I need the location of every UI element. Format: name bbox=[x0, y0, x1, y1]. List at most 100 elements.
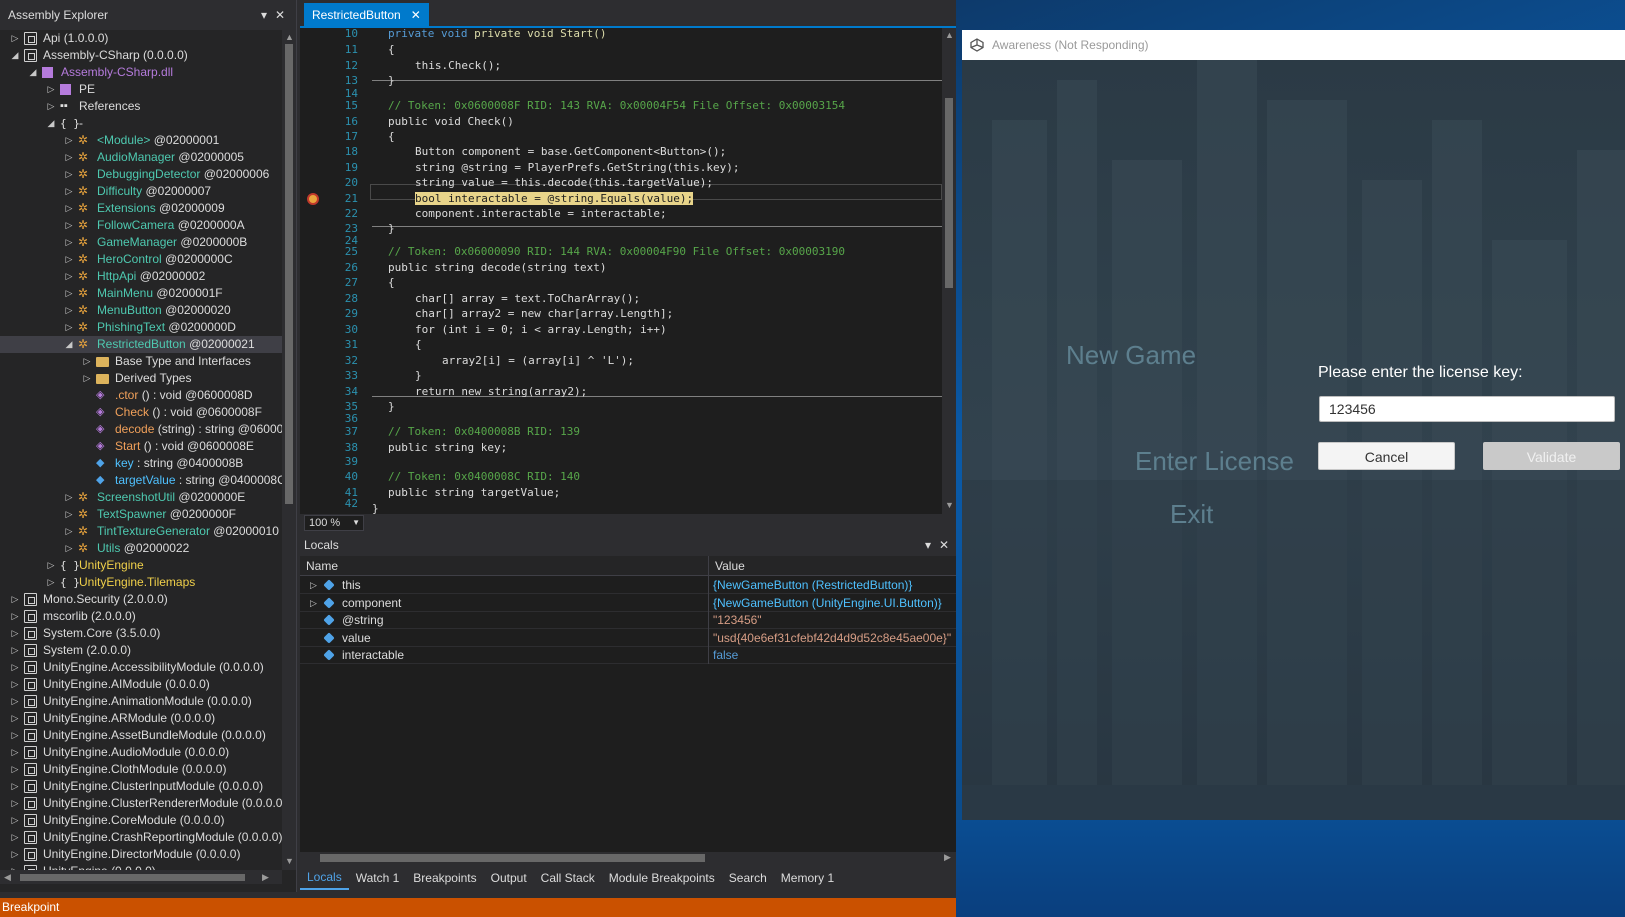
tab-watch-1[interactable]: Watch 1 bbox=[349, 866, 407, 890]
expand-arrow-icon[interactable]: ▷ bbox=[310, 594, 317, 612]
collapse-arrow-icon[interactable]: ◢ bbox=[28, 64, 38, 81]
expand-arrow-icon[interactable]: ▷ bbox=[10, 863, 20, 870]
expand-arrow-icon[interactable]: ▷ bbox=[310, 576, 317, 594]
expand-arrow-icon[interactable]: ▷ bbox=[10, 795, 20, 812]
tree-item[interactable]: ▷ ✲ DebuggingDetector @02000006 bbox=[0, 166, 282, 183]
tree-item[interactable]: ▷ ✲ AudioManager @02000005 bbox=[0, 149, 282, 166]
tree-item[interactable]: ▷ PE bbox=[0, 81, 282, 98]
tree-item[interactable]: ▷ ▪▪ References bbox=[0, 98, 282, 115]
expand-arrow-icon[interactable]: ▷ bbox=[10, 591, 20, 608]
panel-dropdown-icon[interactable]: ▾ bbox=[920, 538, 936, 552]
tab-search[interactable]: Search bbox=[722, 866, 774, 890]
expand-arrow-icon[interactable]: ▷ bbox=[10, 693, 20, 710]
expand-arrow-icon[interactable]: ▷ bbox=[10, 761, 20, 778]
tree-item[interactable]: ▷ ✲ <Module> @02000001 bbox=[0, 132, 282, 149]
tree-item[interactable]: ▷ ✲ HttpApi @02000002 bbox=[0, 268, 282, 285]
expand-arrow-icon[interactable]: ▷ bbox=[64, 302, 74, 319]
expand-arrow-icon[interactable]: ▷ bbox=[64, 132, 74, 149]
scroll-up-icon[interactable]: ▲ bbox=[945, 30, 954, 40]
scroll-right-icon[interactable]: ▶ bbox=[262, 872, 269, 883]
expand-arrow-icon[interactable]: ▷ bbox=[10, 676, 20, 693]
expand-arrow-icon[interactable]: ▷ bbox=[10, 778, 20, 795]
tree-item[interactable]: ◢ ✲ RestrictedButton @02000021 bbox=[0, 336, 282, 353]
exit-menu-item[interactable]: Exit bbox=[1170, 499, 1213, 530]
local-value[interactable]: "123456" bbox=[708, 611, 762, 629]
tab-breakpoints[interactable]: Breakpoints bbox=[406, 866, 483, 890]
new-game-menu-item[interactable]: New Game bbox=[1066, 340, 1196, 371]
scroll-thumb[interactable] bbox=[285, 44, 293, 504]
scroll-thumb[interactable] bbox=[320, 854, 705, 862]
locals-horizontal-scrollbar[interactable]: ▶ bbox=[300, 852, 956, 864]
tree-item[interactable]: ▷ ✲ PhishingText @0200000D bbox=[0, 319, 282, 336]
expand-arrow-icon[interactable]: ▷ bbox=[10, 846, 20, 863]
locals-row[interactable]: interactable false bbox=[300, 646, 956, 664]
tab-call-stack[interactable]: Call Stack bbox=[534, 866, 602, 890]
local-value[interactable]: false bbox=[708, 646, 738, 664]
tree-item[interactable]: ▷ Mono.Security (2.0.0.0) bbox=[0, 591, 282, 608]
tree-item[interactable]: ◈ .ctor () : void @0600008D bbox=[0, 387, 282, 404]
expand-arrow-icon[interactable]: ▷ bbox=[64, 489, 74, 506]
local-value[interactable]: {NewGameButton (RestrictedButton)} bbox=[708, 576, 912, 594]
expand-arrow-icon[interactable]: ▷ bbox=[64, 285, 74, 302]
expand-arrow-icon[interactable]: ▷ bbox=[64, 268, 74, 285]
tree-item[interactable]: ▷ ✲ Difficulty @02000007 bbox=[0, 183, 282, 200]
expand-arrow-icon[interactable]: ▷ bbox=[10, 710, 20, 727]
tree-item[interactable]: ▷ UnityEngine.ClusterInputModule (0.0.0.0… bbox=[0, 778, 282, 795]
expand-arrow-icon[interactable]: ▷ bbox=[46, 557, 56, 574]
collapse-arrow-icon[interactable]: ◢ bbox=[10, 47, 20, 64]
expand-arrow-icon[interactable]: ▷ bbox=[64, 217, 74, 234]
tree-item[interactable]: ▷ ✲ Utils @02000022 bbox=[0, 540, 282, 557]
expand-arrow-icon[interactable]: ▷ bbox=[46, 81, 56, 98]
tree-item[interactable]: ◆ targetValue : string @0400008C bbox=[0, 472, 282, 489]
tree-item[interactable]: ◈ Check () : void @0600008F bbox=[0, 404, 282, 421]
scroll-up-icon[interactable]: ▲ bbox=[285, 32, 294, 42]
scroll-thumb[interactable] bbox=[945, 98, 953, 288]
expand-arrow-icon[interactable]: ▷ bbox=[64, 234, 74, 251]
panel-dropdown-icon[interactable]: ▾ bbox=[256, 8, 272, 22]
scroll-thumb[interactable] bbox=[20, 874, 245, 881]
tree-item[interactable]: ▷ UnityEngine.CrashReportingModule (0.0.0… bbox=[0, 829, 282, 846]
expand-arrow-icon[interactable]: ▷ bbox=[82, 370, 92, 387]
tree-item[interactable]: ▷ UnityEngine.AccessibilityModule (0.0.0.… bbox=[0, 659, 282, 676]
expand-arrow-icon[interactable]: ▷ bbox=[64, 166, 74, 183]
tree-item[interactable]: ▷ UnityEngine.ARModule (0.0.0.0) bbox=[0, 710, 282, 727]
tree-item[interactable]: ▷ UnityEngine.AssetBundleModule (0.0.0.0) bbox=[0, 727, 282, 744]
tree-item[interactable]: ▷ Derived Types bbox=[0, 370, 282, 387]
tab-locals[interactable]: Locals bbox=[300, 866, 349, 890]
expand-arrow-icon[interactable]: ▷ bbox=[64, 183, 74, 200]
column-header-name[interactable]: Name bbox=[300, 556, 338, 576]
column-header-value[interactable]: Value bbox=[708, 556, 745, 576]
expand-arrow-icon[interactable]: ▷ bbox=[64, 523, 74, 540]
tree-item[interactable]: ▷ UnityEngine.ClusterRendererModule (0.0.… bbox=[0, 795, 282, 812]
tree-item[interactable]: ▷ Api (1.0.0.0) bbox=[0, 30, 282, 47]
tree-item[interactable]: ▷ { } UnityEngine.Tilemaps bbox=[0, 574, 282, 591]
tree-item[interactable]: ▷ System.Core (3.5.0.0) bbox=[0, 625, 282, 642]
validate-button[interactable]: Validate bbox=[1483, 442, 1620, 470]
breakpoint-icon[interactable] bbox=[307, 193, 319, 205]
scroll-left-icon[interactable]: ◀ bbox=[4, 872, 11, 883]
game-title-bar[interactable]: Awareness (Not Responding) bbox=[962, 30, 1625, 60]
expand-arrow-icon[interactable]: ▷ bbox=[10, 727, 20, 744]
tree-item[interactable]: ◈ Start () : void @0600008E bbox=[0, 438, 282, 455]
tree-item[interactable]: ▷ ✲ HeroControl @0200000C bbox=[0, 251, 282, 268]
close-icon[interactable]: ✕ bbox=[936, 538, 952, 552]
tree-item[interactable]: ▷ mscorlib (2.0.0.0) bbox=[0, 608, 282, 625]
tree-item[interactable]: ▷ UnityEngine.AnimationModule (0.0.0.0) bbox=[0, 693, 282, 710]
expand-arrow-icon[interactable]: ▷ bbox=[64, 319, 74, 336]
expand-arrow-icon[interactable]: ▷ bbox=[10, 829, 20, 846]
expand-arrow-icon[interactable]: ▷ bbox=[82, 353, 92, 370]
expand-arrow-icon[interactable]: ▷ bbox=[10, 608, 20, 625]
locals-row[interactable]: value "usd{40e6ef31cfebf42d4d9d52c8e45ae0… bbox=[300, 628, 956, 647]
expand-arrow-icon[interactable]: ▷ bbox=[10, 642, 20, 659]
tree-item[interactable]: ▷ UnityEngine.AIModule (0.0.0.0) bbox=[0, 676, 282, 693]
scroll-down-icon[interactable]: ▼ bbox=[285, 856, 294, 866]
expand-arrow-icon[interactable]: ▷ bbox=[10, 30, 20, 47]
locals-row[interactable]: ▷ component {NewGameButton (UnityEngine.UI… bbox=[300, 593, 956, 612]
line-number-gutter[interactable]: 10 11 12 13 14 15 16 17 18 19 20 21 22 23 24 25 26 27 28 29… bbox=[300, 28, 362, 514]
zoom-select[interactable]: 100 % ▼ bbox=[304, 515, 364, 531]
tab-output[interactable]: Output bbox=[484, 866, 534, 890]
local-value[interactable]: "usd{40e6ef31cfebf42d4d9d52c8e45ae00e}" bbox=[708, 628, 951, 647]
expand-arrow-icon[interactable]: ▷ bbox=[10, 812, 20, 829]
tab-restrictedbutton[interactable]: RestrictedButton ✕ bbox=[304, 3, 429, 26]
cancel-button[interactable]: Cancel bbox=[1318, 442, 1455, 470]
